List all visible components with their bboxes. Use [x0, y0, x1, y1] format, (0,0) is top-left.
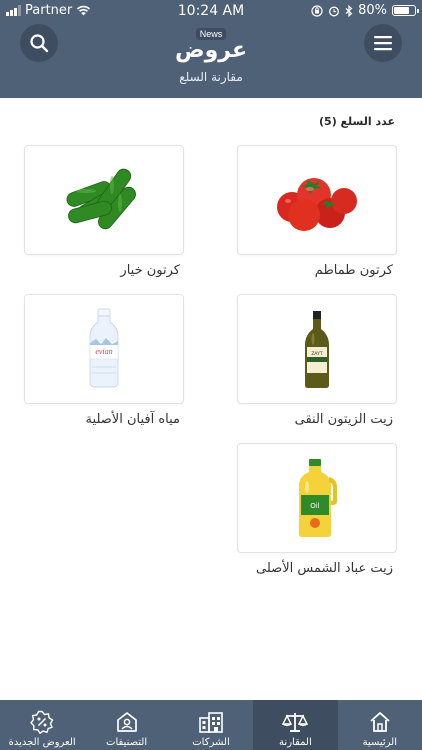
hamburger-menu-icon: [374, 36, 392, 51]
battery-icon: [392, 5, 419, 16]
alarm-icon: [329, 6, 340, 16]
tab-new-offers[interactable]: العروض الجديدة: [0, 700, 84, 750]
scale-icon: [282, 713, 309, 732]
tab-label: المقارنة: [279, 737, 312, 748]
tomatoes-image: [277, 178, 357, 231]
bluetooth-icon: [345, 4, 353, 17]
cucumbers-image: [66, 168, 136, 230]
product-card-evian-water[interactable]: evian: [24, 294, 184, 404]
sunflower-oil-label: Oil: [310, 502, 319, 510]
page-title: مقارنة السلع: [179, 70, 243, 84]
evian-label: evian: [95, 347, 112, 356]
product-card-olive-oil[interactable]: ZAYT: [237, 294, 397, 404]
tab-companies[interactable]: الشركات: [169, 700, 253, 750]
battery-percent: 80%: [358, 3, 387, 18]
evian-water-bottle-image: evian: [89, 308, 119, 388]
orientation-lock-icon: [311, 4, 323, 17]
tab-label: الشركات: [192, 737, 230, 748]
tab-categories[interactable]: التصنيفات: [84, 700, 168, 750]
items-count-label: عدد السلع (5): [319, 115, 395, 128]
sunflower-oil-bottle-image: Oil: [299, 459, 337, 537]
product-card-sunflower-oil[interactable]: Oil: [237, 443, 397, 553]
app-header: Partner 10:24 AM 80% News عروض مقارنة ال…: [0, 0, 422, 98]
product-name-sunflower-oil[interactable]: زيت عباد الشمس الأصلى: [223, 561, 393, 576]
tab-label: التصنيفات: [106, 737, 148, 748]
logo-text: عروض: [175, 38, 247, 63]
categories-icon: [116, 712, 137, 732]
status-right: 80%: [311, 3, 419, 18]
new-offer-badge-icon: [30, 710, 54, 734]
olive-oil-label: ZAYT: [311, 351, 323, 357]
tab-label: العروض الجديدة: [8, 737, 76, 748]
battery-fill: [394, 7, 410, 14]
product-name-cucumbers[interactable]: كرتون خيار: [10, 263, 180, 278]
product-card-cucumbers[interactable]: [24, 145, 184, 255]
tab-home[interactable]: الرئيسية: [338, 700, 422, 750]
product-name-olive-oil[interactable]: زيت الزيتون النقى: [223, 412, 393, 427]
home-icon: [370, 712, 390, 732]
tab-comparison[interactable]: المقارنة: [253, 700, 338, 750]
tab-label: الرئيسية: [362, 737, 398, 748]
olive-oil-bottle-image: ZAYT: [305, 311, 329, 388]
product-name-evian-water[interactable]: مياه آفيان الأصلية: [10, 412, 180, 427]
app-logo: News عروض: [0, 22, 422, 63]
buildings-icon: [199, 712, 223, 733]
bottom-tab-bar: الرئيسية المقارنة الشركات التصنيفات العر…: [0, 700, 422, 750]
product-name-tomatoes[interactable]: كرتون طماطم: [223, 263, 393, 278]
status-bar: Partner 10:24 AM 80%: [0, 0, 422, 22]
product-card-tomatoes[interactable]: [237, 145, 397, 255]
menu-button[interactable]: [364, 24, 402, 62]
